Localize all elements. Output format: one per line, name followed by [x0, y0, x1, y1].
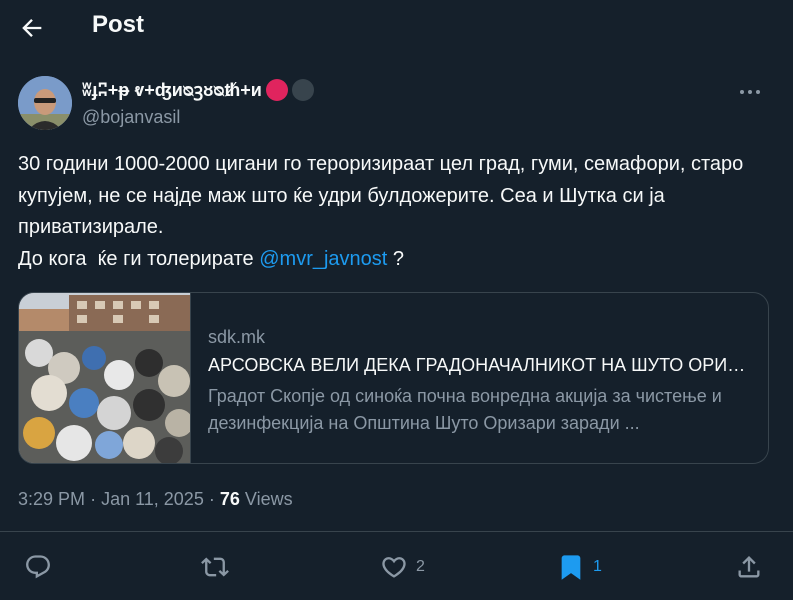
tweet-text: 30 години 1000-2000 цигани го тероризира…: [18, 149, 773, 275]
author-handle[interactable]: @bojanvasil: [82, 107, 180, 128]
reply-icon: [24, 553, 52, 581]
page-title: Post: [92, 11, 145, 38]
like-button[interactable]: 2: [380, 552, 425, 582]
views-count: 76: [219, 489, 240, 509]
author-name-row[interactable]: ʬɟʭ+ᵽ ⱴ+ʤᴎᴓꝫᴕᴓᵺ+ᴎ: [82, 78, 314, 102]
tweet-text-question: До кога ќе ги толерирате: [18, 247, 260, 270]
link-preview-card[interactable]: sdk.mk АРСОВСКА ВЕЛИ ДЕКА ГРАДОНАЧАЛНИКО…: [18, 292, 769, 464]
share-icon: [735, 553, 763, 581]
red-circle-emoji-icon: [265, 79, 288, 101]
mention-link[interactable]: @mvr_javnost: [259, 248, 387, 270]
repost-button[interactable]: [201, 552, 229, 582]
post-time[interactable]: 3:29 PM: [18, 489, 85, 509]
tweet-text-body: 30 години 1000-2000 цигани го тероризира…: [18, 153, 744, 238]
card-description: Градот Скопје од синоќа почна вонредна а…: [208, 386, 722, 433]
like-icon: [380, 553, 408, 581]
like-count: 2: [416, 558, 425, 575]
tweet-text-end: ?: [387, 247, 405, 270]
reply-button[interactable]: [24, 552, 52, 582]
header-bar: Post: [0, 0, 793, 54]
black-circle-emoji-icon: [291, 79, 314, 101]
divider: [0, 531, 793, 532]
card-thumbnail[interactable]: [19, 293, 191, 463]
card-domain: sdk.mk: [208, 327, 266, 347]
meta-separator: ·: [90, 489, 97, 509]
back-arrow-icon[interactable]: [18, 14, 46, 42]
post-date[interactable]: Jan 11, 2025: [101, 489, 204, 509]
display-name[interactable]: ʬɟʭ+ᵽ ⱴ+ʤᴎᴓꝫᴕᴓᵺ+ᴎ: [82, 78, 262, 102]
share-button[interactable]: [735, 552, 763, 582]
avatar[interactable]: [18, 76, 72, 130]
meta-separator-2: ·: [208, 489, 215, 509]
views-label: Views: [244, 489, 293, 509]
more-icon[interactable]: [734, 84, 766, 100]
bookmark-button[interactable]: 1: [557, 552, 602, 582]
bookmark-icon: [557, 553, 585, 581]
bookmark-count: 1: [593, 558, 602, 575]
card-title: АРСОВСКА ВЕЛИ ДЕКА ГРАДОНАЧАЛНИКОТ НА ШУ…: [208, 355, 753, 375]
repost-icon: [201, 553, 229, 581]
post-meta: 3:29 PM · Jan 11, 2025 · 76 Views: [18, 489, 293, 510]
